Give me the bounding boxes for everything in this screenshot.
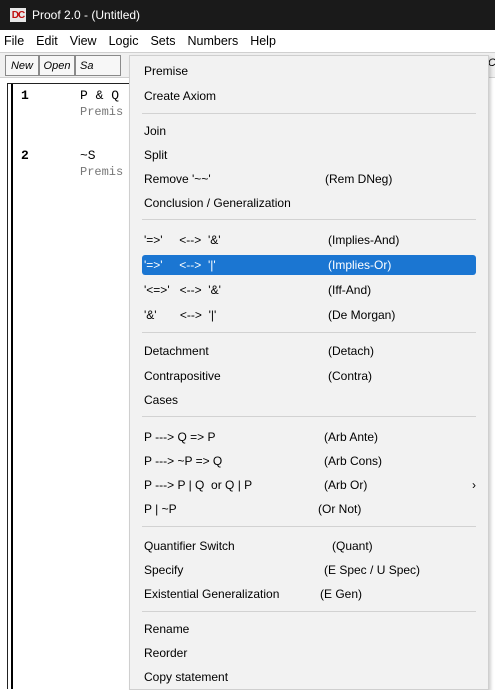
menu-item-abbr: (E Gen) — [320, 587, 363, 601]
menu-item-implies-and[interactable]: '=>' <--> '&' (Implies-And) — [144, 230, 474, 250]
proof-statement[interactable]: P & Q — [80, 88, 119, 103]
menu-item-join[interactable]: Join — [144, 121, 474, 141]
menu-item-arb-cons[interactable]: P ---> ~P => Q (Arb Cons) — [144, 451, 474, 471]
menu-separator — [142, 332, 476, 333]
open-button[interactable]: Open — [39, 55, 75, 76]
menu-item-specify[interactable]: Specify (E Spec / U Spec) — [144, 560, 474, 580]
menu-sets[interactable]: Sets — [144, 34, 181, 48]
menu-item-abbr: (Iff-And) — [328, 283, 372, 297]
menu-item-arb-ante[interactable]: P ---> Q => P (Arb Ante) — [144, 427, 474, 447]
proof-reason: Premis — [80, 105, 124, 119]
menu-item-abbr: (Contra) — [328, 369, 373, 383]
menu-separator — [142, 219, 476, 220]
menu-item-label: Cases — [144, 393, 179, 407]
menu-item-create-axiom[interactable]: Create Axiom — [144, 86, 474, 106]
menu-item-label: Rename — [144, 622, 190, 636]
menu-item-label: '<=>' <--> '&' — [144, 283, 221, 297]
menu-item-label: P ---> P | Q or Q | P — [144, 478, 253, 492]
menu-item-label: '=>' <--> '|' — [144, 258, 216, 272]
menu-item-abbr: (Arb Or) — [324, 478, 368, 492]
menu-item-copy-statement[interactable]: Copy statement — [144, 667, 474, 687]
menu-item-label: Existential Generalization — [144, 587, 280, 601]
line-number: 1 — [21, 88, 29, 103]
menu-item-contrapositive[interactable]: Contrapositive (Contra) — [144, 366, 474, 386]
proof-statement[interactable]: ~S — [80, 148, 96, 163]
menu-item-or-not[interactable]: P | ~P (Or Not) — [144, 499, 474, 519]
logic-dropdown-menu: Premise Create Axiom Join Split Remove '… — [129, 55, 489, 690]
menu-item-label: Conclusion / Generalization — [144, 196, 291, 210]
menu-file[interactable]: File — [0, 34, 30, 48]
submenu-arrow-icon: › — [472, 478, 476, 492]
menu-item-label: Join — [144, 124, 167, 138]
menu-item-label: Split — [144, 148, 168, 162]
menu-item-label: Specify — [144, 563, 184, 577]
menu-item-quantifier-switch[interactable]: Quantifier Switch (Quant) — [144, 536, 474, 556]
editor-gutter — [11, 84, 13, 689]
window-title: Proof 2.0 - (Untitled) — [32, 8, 141, 22]
toolbar-clipped-button[interactable]: C — [488, 57, 495, 69]
menu-view[interactable]: View — [64, 34, 103, 48]
menu-item-abbr: (Implies-And) — [328, 233, 400, 247]
menu-item-abbr: (Implies-Or) — [328, 258, 392, 272]
menu-item-label: '&' <--> '|' — [144, 308, 217, 322]
menu-help[interactable]: Help — [244, 34, 282, 48]
menu-item-label: P | ~P — [144, 502, 177, 516]
menu-logic[interactable]: Logic — [103, 34, 145, 48]
menu-item-abbr: (Quant) — [332, 539, 373, 553]
menu-item-split[interactable]: Split — [144, 145, 474, 165]
menu-item-label: Remove '~~' — [144, 172, 211, 186]
menu-item-premise[interactable]: Premise — [144, 61, 474, 81]
menu-item-label: '=>' <--> '&' — [144, 233, 221, 247]
menu-item-label: Reorder — [144, 646, 188, 660]
menu-item-cases[interactable]: Cases — [144, 390, 474, 410]
menu-item-iff-and[interactable]: '<=>' <--> '&' (Iff-And) — [144, 280, 474, 300]
menu-item-abbr: (Arb Cons) — [324, 454, 383, 468]
menu-item-label: Copy statement — [144, 670, 229, 684]
line-number: 2 — [21, 148, 29, 163]
menu-separator — [142, 526, 476, 527]
menu-item-existential-generalization[interactable]: Existential Generalization (E Gen) — [144, 584, 474, 604]
menu-item-conclusion[interactable]: Conclusion / Generalization — [144, 193, 474, 213]
menu-item-reorder[interactable]: Reorder — [144, 643, 474, 663]
menu-item-abbr: (Arb Ante) — [324, 430, 379, 444]
menu-edit[interactable]: Edit — [30, 34, 64, 48]
menu-item-label: Create Axiom — [144, 89, 217, 103]
save-button[interactable]: Sa — [75, 55, 121, 76]
new-button[interactable]: New — [5, 55, 39, 76]
menu-item-label: Premise — [144, 64, 189, 78]
menu-item-label: Detachment — [144, 344, 209, 358]
menu-item-de-morgan[interactable]: '&' <--> '|' (De Morgan) — [144, 305, 474, 325]
menu-item-label: P ---> ~P => Q — [144, 454, 223, 468]
menu-item-label: P ---> Q => P — [144, 430, 216, 444]
menu-item-abbr: (Detach) — [328, 344, 375, 358]
menu-item-label: Quantifier Switch — [144, 539, 235, 553]
menu-item-abbr: (Rem DNeg) — [325, 172, 393, 186]
menu-separator — [142, 416, 476, 417]
app-icon: DC — [10, 8, 26, 22]
menu-numbers[interactable]: Numbers — [181, 34, 244, 48]
menu-item-detachment[interactable]: Detachment (Detach) — [144, 341, 474, 361]
menu-separator — [142, 113, 476, 114]
menu-item-abbr: (E Spec / U Spec) — [324, 563, 421, 577]
menu-item-remove-dneg[interactable]: Remove '~~' (Rem DNeg) — [144, 169, 474, 189]
title-bar: DC Proof 2.0 - (Untitled) — [0, 0, 495, 30]
proof-reason: Premis — [80, 165, 124, 179]
menu-item-abbr: (De Morgan) — [328, 308, 396, 322]
menu-item-label: Contrapositive — [144, 369, 221, 383]
menu-item-abbr: (Or Not) — [318, 502, 362, 516]
menu-separator — [142, 611, 476, 612]
menu-item-rename[interactable]: Rename — [144, 619, 474, 639]
menu-item-implies-or[interactable]: '=>' <--> '|' (Implies-Or) — [142, 255, 476, 275]
menu-bar: File Edit View Logic Sets Numbers Help — [0, 30, 495, 52]
menu-item-arb-or[interactable]: P ---> P | Q or Q | P (Arb Or) › — [144, 475, 476, 495]
